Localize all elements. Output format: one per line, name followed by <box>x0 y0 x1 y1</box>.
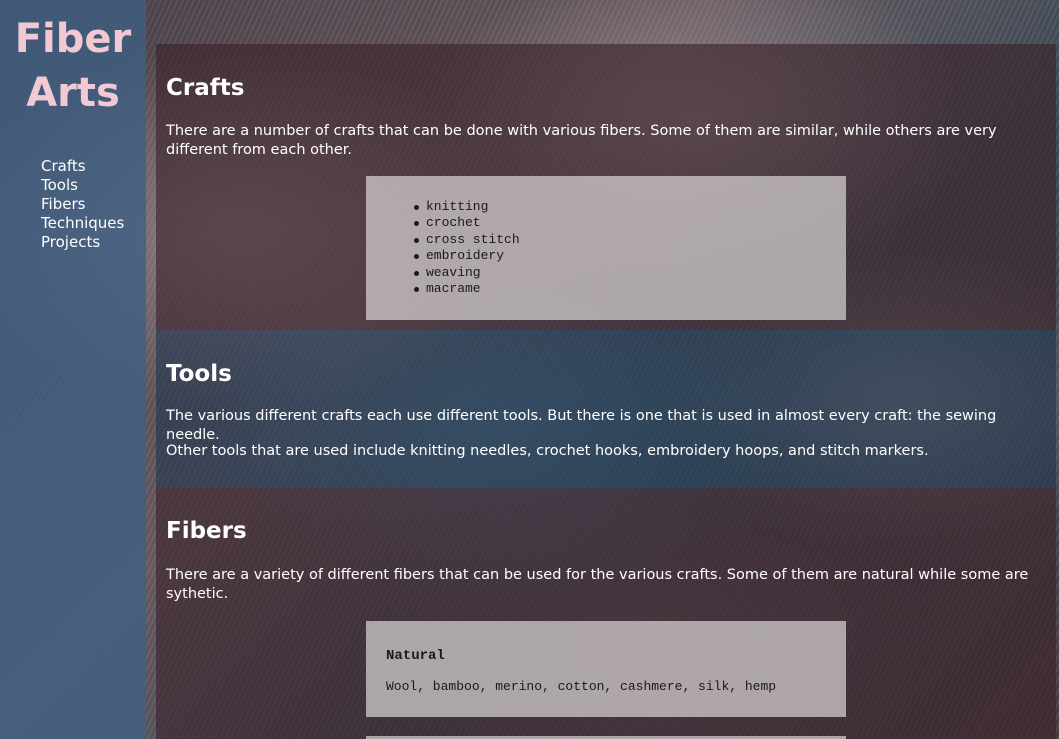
nav-item-crafts[interactable]: Crafts <box>41 157 124 176</box>
natural-fibers-box: Natural Wool, bamboo, merino, cotton, ca… <box>366 621 846 717</box>
tools-paragraph-1: The various different crafts each use di… <box>166 408 997 443</box>
site-title: Fiber Arts <box>0 12 146 120</box>
natural-fibers-heading: Natural <box>386 648 445 664</box>
tools-paragraph-2: Other tools that are used include knitti… <box>166 443 929 459</box>
nav-menu: Crafts Tools Fibers Techniques Projects <box>41 157 124 252</box>
site-title-line2: Arts <box>26 70 120 116</box>
crafts-intro: There are a number of crafts that can be… <box>166 123 997 158</box>
tools-heading: Tools <box>166 361 232 387</box>
fibers-intro: There are a variety of different fibers … <box>166 567 1029 602</box>
list-item: knitting <box>414 199 520 215</box>
list-item: cross stitch <box>414 232 520 248</box>
crafts-section: Crafts There are a number of crafts that… <box>156 44 1056 330</box>
fibers-heading: Fibers <box>166 518 247 544</box>
fibers-section: Fibers There are a variety of different … <box>156 488 1056 739</box>
crafts-list-box: knitting crochet cross stitch embroidery… <box>366 176 846 320</box>
sidebar: Fiber Arts Crafts Tools Fibers Technique… <box>0 0 146 739</box>
list-item: embroidery <box>414 248 520 264</box>
natural-fibers-values: Wool, bamboo, merino, cotton, cashmere, … <box>386 679 777 694</box>
nav-item-techniques[interactable]: Techniques <box>41 214 124 233</box>
list-item: weaving <box>414 265 520 281</box>
nav-item-fibers[interactable]: Fibers <box>41 195 124 214</box>
list-item: macrame <box>414 281 520 297</box>
tools-section: Tools The various different crafts each … <box>156 330 1056 488</box>
nav-item-tools[interactable]: Tools <box>41 176 124 195</box>
nav-item-projects[interactable]: Projects <box>41 233 124 252</box>
crafts-heading: Crafts <box>166 75 245 101</box>
list-item: crochet <box>414 215 520 231</box>
crafts-list: knitting crochet cross stitch embroidery… <box>414 199 520 297</box>
site-title-line1: Fiber <box>14 16 132 62</box>
